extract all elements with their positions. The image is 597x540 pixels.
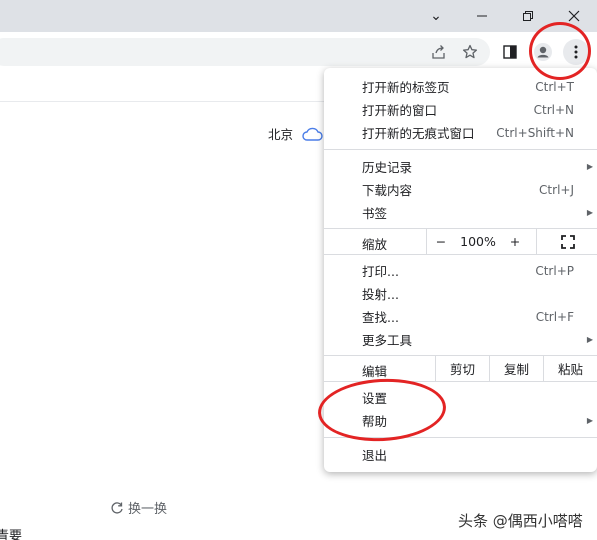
zoom-level: 100% [460,234,496,249]
menu-item-print[interactable]: 打印... Ctrl+P [324,259,597,282]
menu-item-exit[interactable]: 退出 [324,443,597,466]
bookmark-star-icon[interactable] [458,40,482,64]
refresh-icon [111,501,123,514]
edit-label: 编辑 [362,364,388,379]
menu-item-history[interactable]: 历史记录 ▶ [324,155,597,178]
toolbar-divider [0,101,330,102]
refresh-label: 换一换 [128,502,168,517]
cell-divider [426,229,427,254]
cell-divider [536,229,537,254]
submenu-arrow-icon: ▶ [586,416,593,425]
menu-item-bookmarks[interactable]: 书签 ▶ [324,201,597,224]
menu-item-downloads[interactable]: 下载内容 Ctrl+J [324,178,597,201]
refresh-link[interactable]: 换一换 [110,498,167,517]
zoom-row: 缩放 − 100% + [324,229,597,254]
address-bar[interactable] [0,38,490,66]
cut-button[interactable]: 剪切 [436,356,489,381]
submenu-arrow-icon: ▶ [586,162,593,171]
weather-widget[interactable]: 北京 [268,124,323,143]
tab-search-chevron-icon[interactable]: ⌄ [413,0,459,32]
watermark: 头条 @偶西小嗒嗒 [458,512,583,530]
weather-city: 北京 [268,127,294,142]
annotation-circle-menu-button [529,22,591,80]
minimize-button[interactable] [459,0,505,32]
fullscreen-button[interactable] [538,229,597,254]
minimize-icon [477,15,487,17]
title-bar: ⌄ [0,0,597,32]
restore-icon [523,11,533,21]
partial-text: 青要 [0,529,23,540]
paste-button[interactable]: 粘贴 [544,356,597,381]
menu-item-more-tools[interactable]: 更多工具 ▶ [324,328,597,351]
close-icon [568,10,580,22]
menu-item-incognito[interactable]: 打开新的无痕式窗口 Ctrl+Shift+N [324,121,597,144]
side-panel-icon[interactable] [498,40,522,64]
browser-toolbar [0,32,597,72]
fullscreen-icon [560,234,575,249]
edit-row: 编辑 剪切 复制 粘贴 [324,356,597,381]
menu-item-find[interactable]: 查找... Ctrl+F [324,305,597,328]
zoom-out-button[interactable]: − [428,229,454,254]
menu-item-cast[interactable]: 投射... [324,282,597,305]
menu-separator [324,254,597,255]
submenu-arrow-icon: ▶ [586,208,593,217]
zoom-in-button[interactable]: + [502,229,528,254]
submenu-arrow-icon: ▶ [586,335,593,344]
zoom-label: 缩放 [362,237,388,252]
menu-separator [324,149,597,150]
menu-item-new-window[interactable]: 打开新的窗口 Ctrl+N [324,98,597,121]
share-icon[interactable] [427,40,451,64]
copy-button[interactable]: 复制 [490,356,543,381]
cloud-icon [302,127,323,141]
